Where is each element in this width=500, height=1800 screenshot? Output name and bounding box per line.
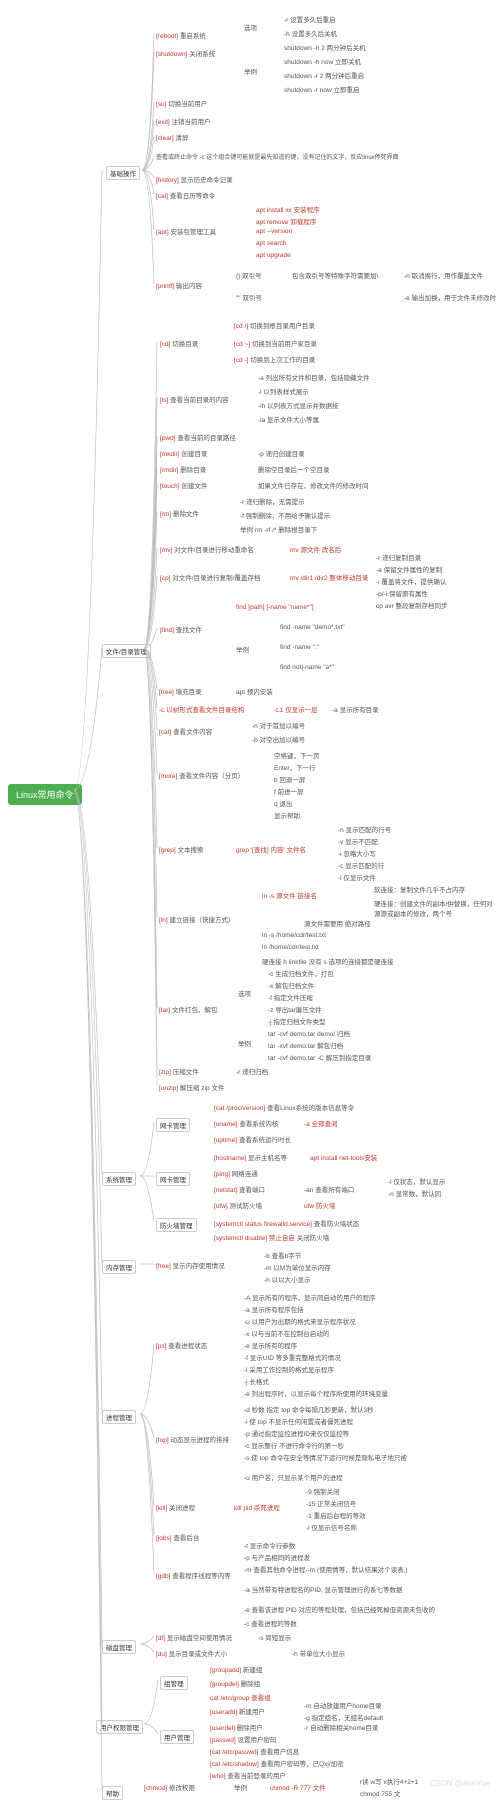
mindmap-root: Linux常用命令 基础操作 [reboot] 重启系统 [shutdown] … xyxy=(4,4,496,1794)
cat-sys: 系统管理 xyxy=(102,1172,136,1186)
watermark: CSDN @anoYue xyxy=(430,1779,490,1788)
cat-proc: 进程管理 xyxy=(102,1410,136,1424)
root-node: Linux常用命令 xyxy=(8,784,82,805)
cat-disk: 磁盘管理 xyxy=(102,1640,136,1654)
cat-user: 用户权限管理 xyxy=(96,1720,143,1734)
cat-mem: 内存管理 xyxy=(102,1260,136,1274)
cat-help: 帮助 xyxy=(102,1786,123,1800)
cat-basic: 基础操作 xyxy=(106,166,140,180)
cat-file: 文件/目录管理 xyxy=(102,644,151,658)
